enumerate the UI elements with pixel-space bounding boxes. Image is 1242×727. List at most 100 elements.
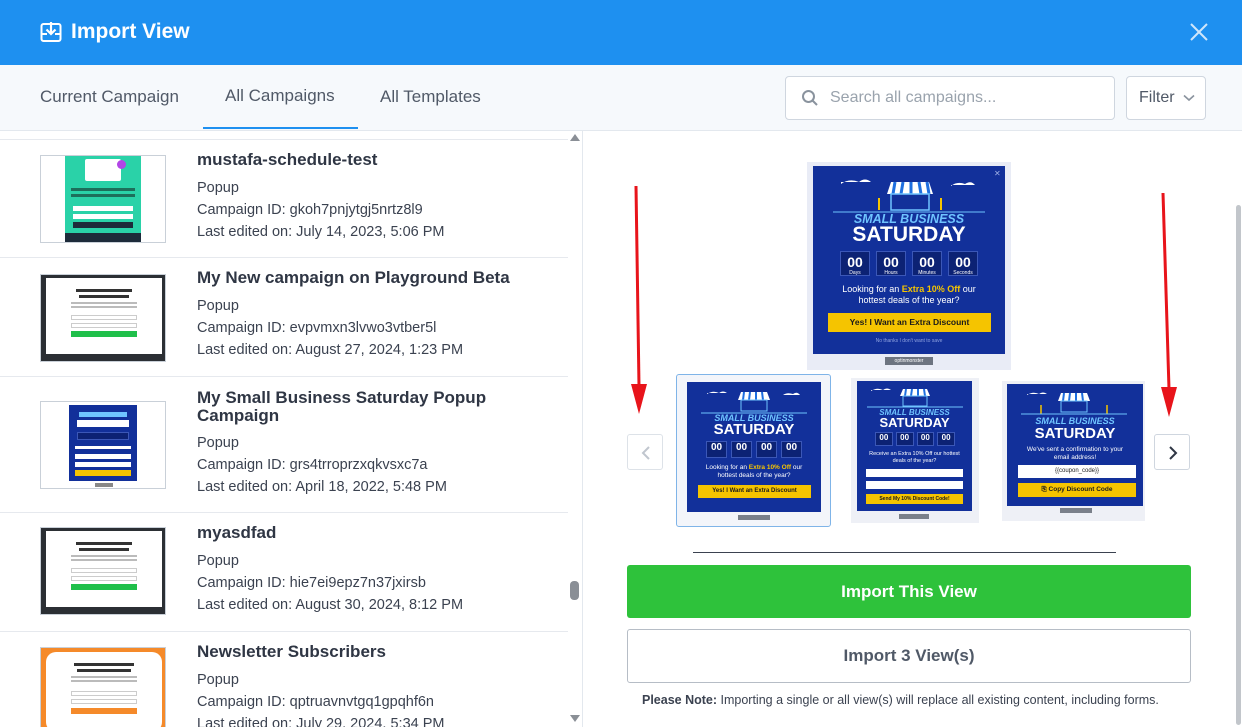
preview-scrollbar[interactable] bbox=[1236, 205, 1241, 725]
campaign-item[interactable]: My Small Business Saturday Popup Campaig… bbox=[0, 377, 568, 513]
chevron-down-icon bbox=[1183, 94, 1195, 102]
thumb-timer: 00 00 00 00 bbox=[704, 441, 804, 458]
main-preview-frame: ✕ SMALL BUSINESS SATURDAY 00 Days 00 Hours… bbox=[807, 162, 1011, 370]
modal-title: Import View bbox=[71, 20, 190, 43]
close-icon[interactable] bbox=[1188, 21, 1210, 43]
thumbnail-popup: SMALL BUSINESS SATURDAY We've sent a con… bbox=[1007, 384, 1143, 506]
import-icon bbox=[40, 22, 62, 42]
campaign-name: mustafa-schedule-test bbox=[197, 150, 378, 169]
scroll-down-arrow[interactable] bbox=[570, 715, 580, 722]
view-thumbnail-1[interactable]: SMALL BUSINESS SATURDAY 00 00 00 00 Look… bbox=[676, 374, 831, 527]
chevron-right-icon bbox=[1169, 446, 1178, 460]
scroll-up-arrow[interactable] bbox=[570, 134, 580, 141]
main-preview-popup: ✕ SMALL BUSINESS SATURDAY 00 Days 00 Hours… bbox=[813, 166, 1005, 354]
campaign-item[interactable]: myasdfad Popup Campaign ID: hie7ei9epz7n… bbox=[0, 513, 568, 632]
campaign-thumbnail bbox=[40, 527, 166, 615]
filter-label: Filter bbox=[1139, 89, 1175, 106]
import-note: Please Note: Importing a single or all v… bbox=[642, 693, 1159, 707]
preview-cta-button: Yes! I Want an Extra Discount bbox=[828, 313, 991, 332]
storefront-icon bbox=[701, 391, 807, 414]
thumb-text: Looking for an Extra 10% Off our hottest… bbox=[705, 464, 803, 479]
thumb-cta: ⎘ Copy Discount Code bbox=[1018, 483, 1136, 497]
carousel-prev-button[interactable] bbox=[627, 434, 663, 470]
view-thumbnail-3[interactable]: SMALL BUSINESS SATURDAY We've sent a con… bbox=[1002, 381, 1145, 521]
campaign-thumbnail bbox=[40, 401, 166, 489]
storefront-icon bbox=[833, 179, 985, 213]
campaign-id: Campaign ID: evpvmxn3lvwo3vtber5l bbox=[197, 320, 437, 336]
campaign-id: Campaign ID: hie7ei9epz7n37jxirsb bbox=[197, 575, 426, 591]
campaign-name: myasdfad bbox=[197, 523, 277, 542]
timer-minutes: 00 Minutes bbox=[912, 251, 942, 276]
campaign-last-edited: Last edited on: April 18, 2022, 5:48 PM bbox=[197, 479, 447, 495]
campaign-type: Popup bbox=[197, 435, 239, 451]
list-scrollbar-thumb[interactable] bbox=[570, 581, 579, 600]
search-icon bbox=[802, 90, 818, 106]
thumb-timer: 00 00 00 00 bbox=[875, 432, 955, 446]
preview-no-thanks: No thanks I don't want to save bbox=[875, 338, 943, 344]
campaign-thumbnail bbox=[40, 274, 166, 362]
preview-offer-text: Looking for an Extra 10% Off our hottest… bbox=[842, 284, 976, 305]
chevron-left-icon bbox=[641, 446, 650, 460]
thumb-coupon-code: {{coupon_code}} bbox=[1018, 465, 1136, 478]
thumbnail-popup: SMALL BUSINESS SATURDAY 00 00 00 00 Look… bbox=[687, 382, 821, 512]
thumb-line2: SATURDAY bbox=[713, 421, 795, 438]
active-tab-indicator bbox=[203, 127, 358, 129]
campaign-name: My Small Business Saturday Popup Campaig… bbox=[197, 388, 487, 425]
tab-current-campaign[interactable]: Current Campaign bbox=[40, 87, 179, 107]
view-thumbnail-2[interactable]: SMALL BUSINESS SATURDAY 00 00 00 00 Rece… bbox=[851, 378, 979, 523]
campaign-thumbnail bbox=[40, 155, 166, 243]
campaign-thumbnail bbox=[40, 647, 166, 727]
campaign-item[interactable]: mustafa-schedule-test Popup Campaign ID:… bbox=[0, 139, 568, 258]
campaign-id: Campaign ID: grs4trroprzxqkvsxc7a bbox=[197, 457, 428, 473]
note-text: Importing a single or all view(s) will r… bbox=[717, 693, 1159, 707]
campaign-type: Popup bbox=[197, 672, 239, 688]
red-arrow-icon bbox=[631, 186, 647, 414]
tab-all-campaigns[interactable]: All Campaigns bbox=[225, 86, 335, 106]
modal-header: Import View bbox=[0, 0, 1242, 65]
popup-close-icon: ✕ bbox=[994, 169, 1001, 178]
campaign-item[interactable]: Newsletter Subscribers Popup Campaign ID… bbox=[0, 632, 568, 727]
thumb-badge bbox=[1060, 508, 1092, 513]
carousel-track bbox=[693, 552, 1116, 553]
storefront-icon bbox=[867, 388, 963, 408]
thumb-line2: SATURDAY bbox=[879, 415, 950, 430]
thumb-line2: SATURDAY bbox=[1034, 425, 1116, 442]
campaign-type: Popup bbox=[197, 180, 239, 196]
campaign-type: Popup bbox=[197, 298, 239, 314]
carousel-next-button[interactable] bbox=[1154, 434, 1190, 470]
import-this-view-button[interactable]: Import This View bbox=[627, 565, 1191, 618]
campaign-last-edited: Last edited on: July 14, 2023, 5:06 PM bbox=[197, 224, 445, 240]
thumb-text: We've sent a confirmation to your email … bbox=[1026, 446, 1124, 461]
campaign-last-edited: Last edited on: July 29, 2024, 5:34 PM bbox=[197, 716, 445, 727]
filter-dropdown[interactable]: Filter bbox=[1126, 76, 1206, 120]
campaign-last-edited: Last edited on: August 30, 2024, 8:12 PM bbox=[197, 597, 464, 613]
import-all-views-button[interactable]: Import 3 View(s) bbox=[627, 629, 1191, 683]
timer-days: 00 Days bbox=[840, 251, 870, 276]
storefront-icon bbox=[1021, 392, 1127, 415]
campaign-id: Campaign ID: gkoh7pnjytgj5nrtz8l9 bbox=[197, 202, 423, 218]
thumb-badge bbox=[899, 514, 929, 519]
thumb-cta: Send My 10% Discount Code! bbox=[866, 494, 963, 504]
countdown-timer: 00 Days 00 Hours 00 Minutes 00 Seconds bbox=[837, 251, 981, 276]
note-label: Please Note: bbox=[642, 693, 718, 707]
campaign-id: Campaign ID: qptruavnvtgq1gpqhf6n bbox=[197, 694, 434, 710]
thumb-badge bbox=[738, 515, 770, 520]
campaign-last-edited: Last edited on: August 27, 2024, 1:23 PM bbox=[197, 342, 464, 358]
campaign-name: My New campaign on Playground Beta bbox=[197, 268, 510, 287]
tab-all-templates[interactable]: All Templates bbox=[380, 87, 481, 107]
search-input[interactable] bbox=[830, 86, 1100, 110]
timer-seconds: 00 Seconds bbox=[948, 251, 978, 276]
preview-badge: optinmonster bbox=[885, 357, 933, 365]
search-box[interactable] bbox=[785, 76, 1115, 120]
campaign-type: Popup bbox=[197, 553, 239, 569]
campaign-item[interactable]: My New campaign on Playground Beta Popup… bbox=[0, 258, 568, 377]
thumb-cta: Yes! I Want an Extra Discount bbox=[698, 485, 811, 498]
thumb-text: Receive an Extra 10% Off our hottest dea… bbox=[869, 451, 960, 464]
tabs-bar: Current Campaign All Campaigns All Templ… bbox=[0, 65, 1242, 131]
timer-hours: 00 Hours bbox=[876, 251, 906, 276]
red-arrow-icon bbox=[1161, 193, 1177, 417]
thumb-field bbox=[866, 481, 963, 489]
preview-line2: SATURDAY bbox=[852, 223, 966, 246]
campaign-name: Newsletter Subscribers bbox=[197, 642, 386, 661]
thumbnail-popup: SMALL BUSINESS SATURDAY 00 00 00 00 Rece… bbox=[857, 381, 972, 511]
